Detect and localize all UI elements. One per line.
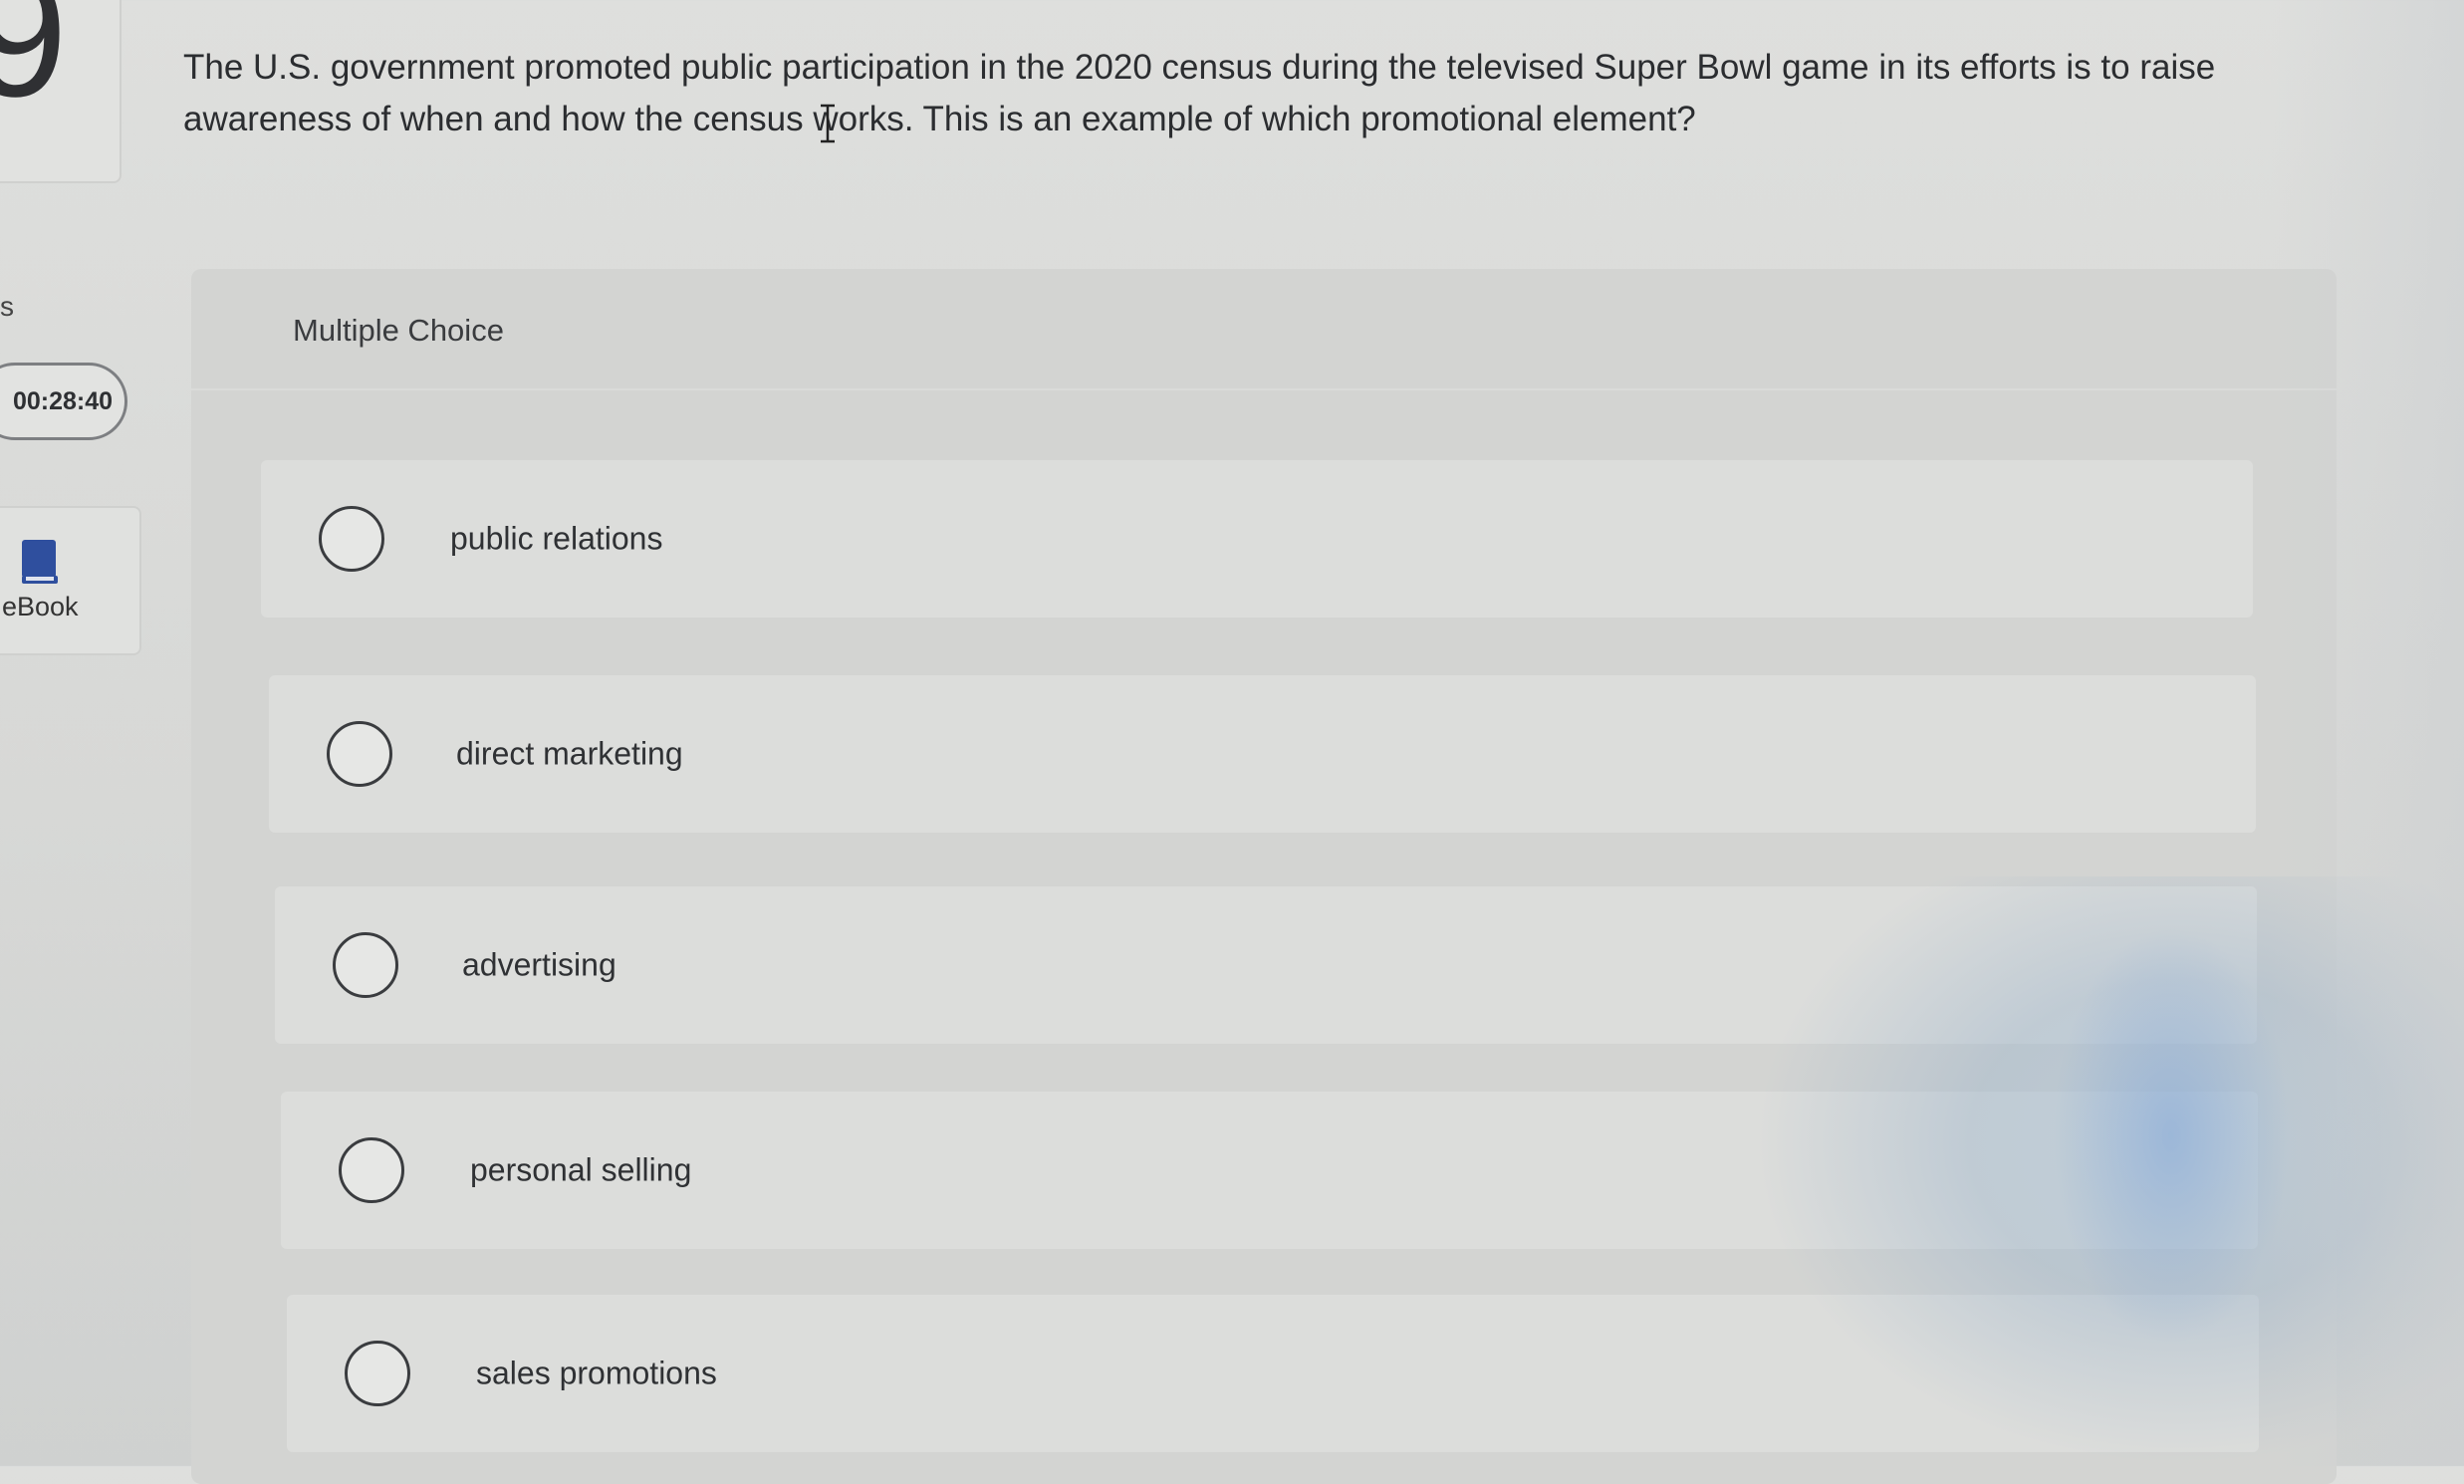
radio-button[interactable]	[319, 506, 384, 572]
question-number: 9	[0, 0, 68, 133]
option-label: personal selling	[470, 1151, 692, 1188]
option-sales-promotions[interactable]: sales promotions	[287, 1295, 2259, 1452]
radio-button[interactable]	[339, 1137, 404, 1203]
option-label: sales promotions	[476, 1355, 717, 1391]
text-cursor-icon	[821, 104, 835, 143]
option-advertising[interactable]: advertising	[275, 886, 2257, 1044]
timer-badge: 00:28:40	[0, 363, 127, 440]
radio-button[interactable]	[345, 1341, 410, 1406]
question-type-label: Multiple Choice	[293, 313, 504, 348]
rail-partial-label: s	[0, 291, 14, 322]
question-text: The U.S. government promoted public part…	[183, 48, 2216, 138]
option-label: advertising	[462, 946, 616, 983]
radio-button[interactable]	[333, 932, 398, 998]
option-public-relations[interactable]: public relations	[261, 460, 2253, 618]
left-rail: 9 s 00:28:40 eBook	[0, 0, 189, 1466]
book-icon	[22, 540, 58, 584]
option-personal-selling[interactable]: personal selling	[281, 1092, 2258, 1249]
radio-button[interactable]	[327, 721, 392, 787]
option-label: direct marketing	[456, 735, 683, 772]
ebook-button[interactable]: eBook	[0, 506, 141, 655]
option-direct-marketing[interactable]: direct marketing	[269, 675, 2256, 833]
ebook-label: eBook	[2, 592, 79, 621]
option-label: public relations	[450, 520, 663, 557]
question-type-header: Multiple Choice	[191, 269, 2337, 390]
answer-panel: Multiple Choice public relations direct …	[191, 269, 2337, 1484]
